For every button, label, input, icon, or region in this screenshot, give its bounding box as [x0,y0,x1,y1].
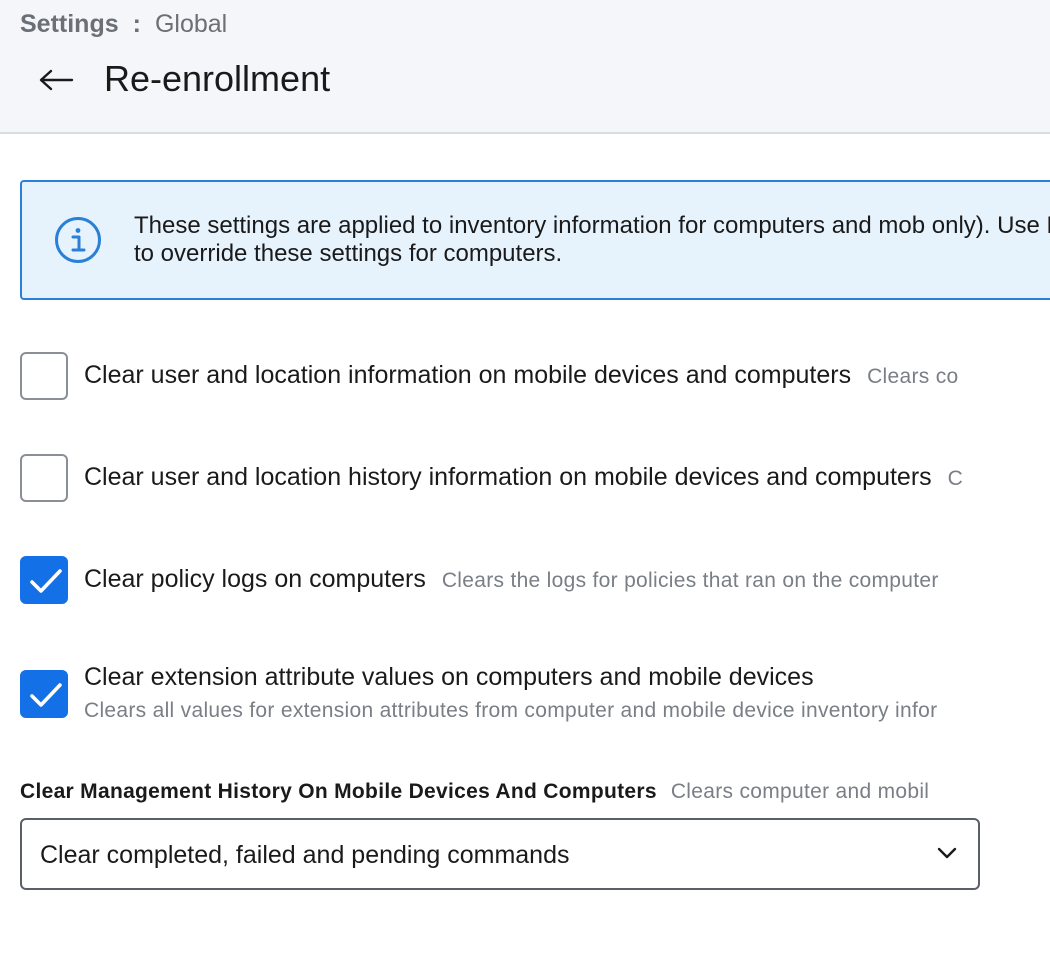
option-description: Clears the logs for policies that ran on… [441,569,939,592]
management-history-select[interactable]: Clear completed, failed and pending comm… [20,818,980,890]
option-label: Clear user and location information on m… [84,361,852,389]
management-history-label-row: Clear Management History On Mobile Devic… [20,778,929,806]
info-banner-text: These settings are applied to inventory … [134,212,1050,267]
page-header: Settings: Global Re-enrollment [0,0,1050,134]
checkbox-clear-user-location[interactable] [20,352,68,400]
checkbox-clear-user-location-history[interactable] [20,454,68,502]
breadcrumb-global[interactable]: Global [155,10,227,38]
option-label: Clear policy logs on computers [84,565,426,593]
checkbox-clear-policy-logs[interactable] [20,556,68,604]
back-button[interactable] [36,62,76,98]
option-label: Clear user and location history informat… [84,463,932,491]
checkmark-icon [30,683,62,707]
management-history-selected: Clear completed, failed and pending comm… [40,841,570,869]
option-description: Clears all values for extension attribut… [84,699,938,722]
breadcrumb-settings[interactable]: Settings [20,10,119,38]
chevron-down-icon [937,847,957,859]
option-description: C [947,467,964,490]
breadcrumb-separator: : [132,10,141,38]
info-icon [55,217,101,263]
main-content: These settings are applied to inventory … [0,134,1050,966]
arrow-left-icon [39,69,74,91]
checkmark-icon [30,569,62,593]
option-label: Clear extension attribute values on comp… [84,663,814,691]
page-title: Re-enrollment [104,58,331,99]
option-description: Clears co [867,365,959,388]
management-history-label: Clear Management History On Mobile Devic… [20,780,657,803]
breadcrumb: Settings: Global [20,8,227,40]
management-history-description: Clears computer and mobil [670,780,930,803]
info-banner: These settings are applied to inventory … [20,180,1050,300]
checkbox-clear-extension-attributes[interactable] [20,670,68,718]
